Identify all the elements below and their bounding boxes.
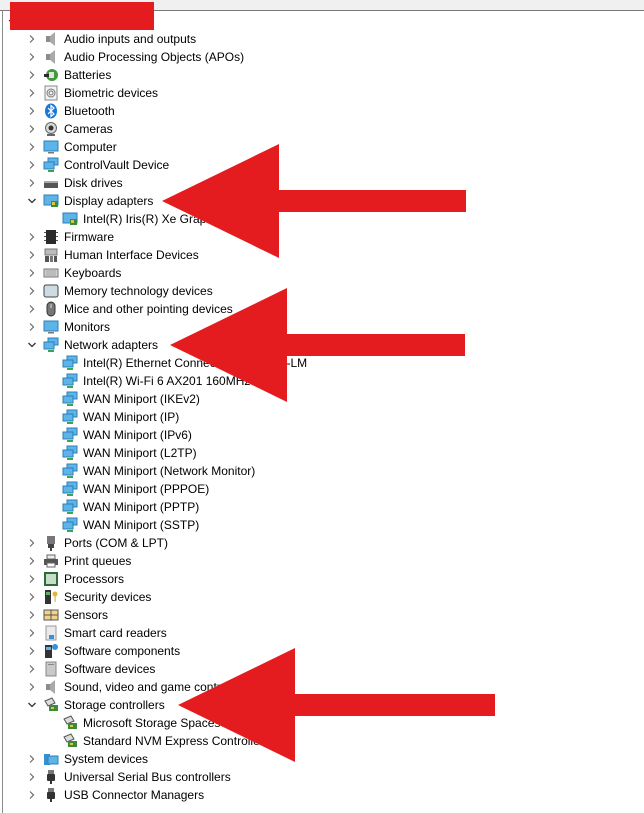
annotation-arrow <box>162 144 466 258</box>
annotation-arrow <box>178 648 495 762</box>
annotation-arrow <box>170 288 465 402</box>
annotation-layer <box>162 144 495 762</box>
